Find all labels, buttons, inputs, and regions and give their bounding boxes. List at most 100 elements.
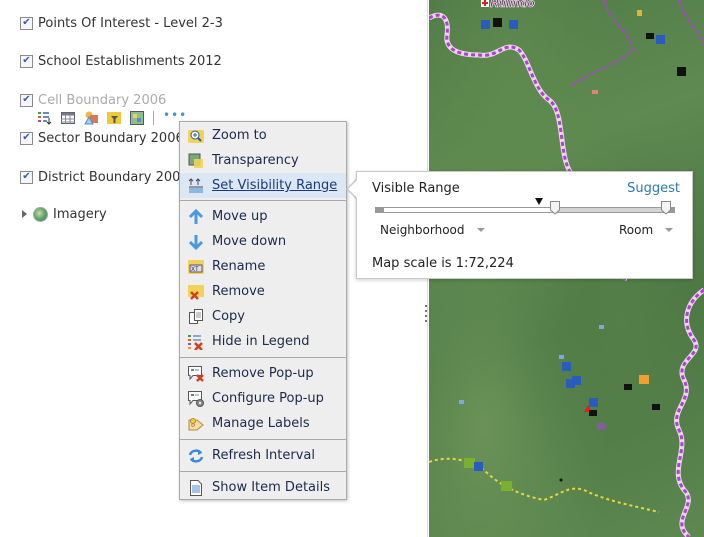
visibility-range-icon <box>188 177 204 194</box>
basemap-label[interactable]: Imagery <box>53 207 107 222</box>
layer-visibility-checkbox[interactable]: ✔ <box>20 131 33 145</box>
menu-item-hide-in-legend[interactable]: Hide in Legend <box>180 329 346 354</box>
menu-item-configure-popup[interactable]: Configure Pop-up <box>180 386 346 411</box>
copy-icon <box>188 308 204 325</box>
legend-icon[interactable] <box>38 111 52 125</box>
change-style-icon[interactable] <box>84 111 98 125</box>
zoom-to-icon <box>188 128 204 144</box>
min-scale-value: Neighborhood <box>380 223 465 237</box>
flag-icon <box>559 355 564 359</box>
filter-icon[interactable] <box>107 111 121 125</box>
flag-icon <box>599 325 604 329</box>
min-scale-dropdown[interactable]: Neighborhood <box>380 223 485 237</box>
park-icon <box>464 458 475 468</box>
building-icon <box>639 375 649 384</box>
menu-item-move-down[interactable]: Move down <box>180 229 346 254</box>
place-label-rulindo: Rulindo <box>490 0 535 10</box>
item-details-icon <box>188 479 204 496</box>
table-icon[interactable] <box>61 111 75 125</box>
arrow-up-icon <box>188 208 204 225</box>
flag-icon <box>592 90 598 94</box>
menu-item-remove-popup[interactable]: Remove Pop-up <box>180 361 346 386</box>
configure-popup-icon <box>188 390 204 407</box>
river-boundary-line-east <box>674 287 704 537</box>
layer-visibility-checkbox[interactable]: ✔ <box>20 93 33 107</box>
rename-icon: XT <box>188 259 204 275</box>
menu-item-rename[interactable]: XT Rename <box>180 254 346 279</box>
factory-icon <box>624 384 632 390</box>
layer-label[interactable]: Points Of Interest - Level 2-3 <box>38 16 223 31</box>
flag-icon <box>637 10 642 16</box>
expand-arrow-icon[interactable] <box>22 210 27 218</box>
school-icon <box>562 362 571 371</box>
hospital-icon <box>589 398 598 407</box>
layer-item-selected[interactable]: ✔ Cell Boundary 2006 <box>20 91 166 109</box>
layer-label[interactable]: District Boundary 2006 <box>38 170 189 185</box>
more-options-icon[interactable]: ••• <box>163 109 187 121</box>
menu-item-zoom-to[interactable]: Zoom to <box>180 123 346 148</box>
layer-item[interactable]: ✔ School Establishments 2012 <box>20 52 222 70</box>
layer-visibility-checkbox[interactable]: ✔ <box>20 170 33 184</box>
layer-visibility-checkbox[interactable]: ✔ <box>20 54 33 68</box>
park-icon <box>501 481 512 491</box>
chevron-down-icon <box>665 228 674 232</box>
visibility-range-slider-track[interactable] <box>375 207 675 213</box>
map-scale-text: Map scale is 1:72,224 <box>372 256 514 271</box>
menu-divider <box>180 471 346 472</box>
menu-item-remove[interactable]: Remove <box>180 279 346 304</box>
suggest-link[interactable]: Suggest <box>627 181 680 196</box>
school-icon <box>474 462 483 471</box>
layer-item[interactable]: ✔ District Boundary 2006 <box>20 168 189 186</box>
menu-divider <box>180 357 346 358</box>
sector-boundary-line <box>568 0 636 88</box>
school-icon <box>572 376 581 385</box>
max-scale-dropdown[interactable]: Room <box>619 223 674 237</box>
menu-item-set-visibility-range[interactable]: Set Visibility Range <box>180 173 346 198</box>
menu-item-show-item-details[interactable]: Show Item Details <box>180 475 346 500</box>
toolbar-divider <box>153 111 154 125</box>
max-scale-value: Room <box>619 223 654 237</box>
layer-item[interactable]: ✔ Points Of Interest - Level 2-3 <box>20 14 223 32</box>
track-end-left <box>376 208 384 212</box>
road-dotted-line <box>429 457 660 513</box>
max-scale-handle[interactable] <box>661 201 671 215</box>
svg-text:XT: XT <box>191 267 199 273</box>
school-icon <box>481 20 490 29</box>
hide-legend-icon <box>188 334 204 351</box>
layer-label[interactable]: Sector Boundary 2006 <box>38 131 184 146</box>
menu-item-move-up[interactable]: Move up <box>180 204 346 229</box>
flag-icon <box>459 400 464 404</box>
chevron-down-icon <box>476 228 485 232</box>
current-scale-marker <box>534 198 543 205</box>
globe-icon <box>33 206 48 222</box>
layer-label[interactable]: Cell Boundary 2006 <box>38 93 166 108</box>
basemap-group[interactable]: Imagery <box>22 205 107 223</box>
layer-toolbar: ••• <box>38 109 187 126</box>
poi-icon <box>493 18 502 27</box>
menu-divider <box>180 200 346 201</box>
analysis-icon[interactable] <box>130 111 144 125</box>
menu-item-manage-labels[interactable]: Manage Labels <box>180 411 346 436</box>
menu-item-copy[interactable]: Copy <box>180 304 346 329</box>
factory-icon <box>589 410 597 416</box>
layer-visibility-checkbox[interactable]: ✔ <box>20 16 33 30</box>
remove-popup-icon <box>188 365 204 382</box>
factory-icon <box>652 404 660 410</box>
track-selected-range <box>556 208 667 212</box>
layer-context-menu: Zoom to Transparency Set Visibility Rang… <box>179 121 347 500</box>
visibility-range-popup: Visible Range Suggest Neighborhood Room … <box>356 171 693 279</box>
layer-item[interactable]: ✔ Sector Boundary 2006 <box>20 129 184 147</box>
point-marker <box>559 478 563 482</box>
min-scale-handle[interactable] <box>550 201 560 215</box>
poi-icon <box>677 67 686 76</box>
panel-splitter-handle[interactable] <box>425 305 428 325</box>
menu-item-transparency[interactable]: Transparency <box>180 148 346 173</box>
manage-labels-icon <box>188 416 204 432</box>
layer-label[interactable]: School Establishments 2012 <box>38 54 222 69</box>
menu-divider <box>180 439 346 440</box>
school-icon <box>509 20 518 29</box>
transparency-icon <box>188 153 204 169</box>
menu-item-refresh-interval[interactable]: Refresh Interval <box>180 443 346 468</box>
arrow-down-icon <box>188 234 204 250</box>
factory-icon <box>646 33 654 39</box>
